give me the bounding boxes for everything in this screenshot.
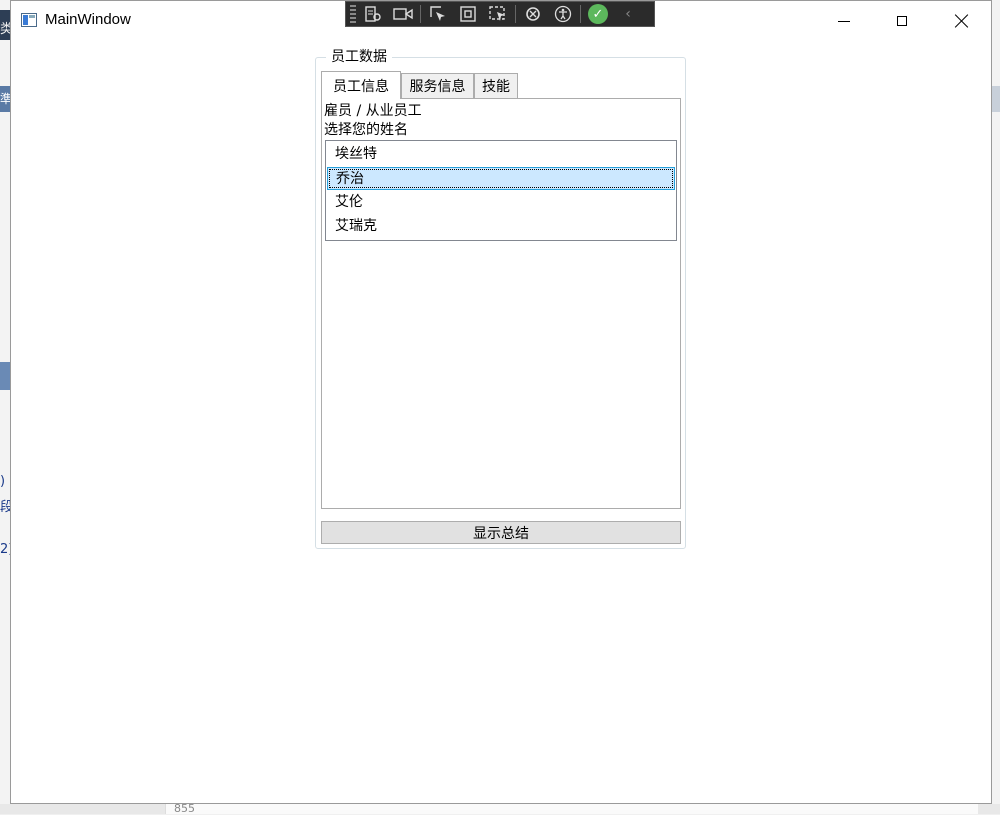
maximize-icon: [897, 16, 907, 26]
display-layout-adorners-icon[interactable]: [455, 3, 481, 25]
list-item[interactable]: 埃丝特: [327, 143, 675, 166]
minimize-button[interactable]: [821, 5, 867, 37]
groupbox-header: 员工数据: [326, 46, 392, 66]
track-focused-element-icon[interactable]: [485, 3, 511, 25]
tab-employee-info[interactable]: 员工信息: [321, 71, 401, 99]
live-visual-tree-icon[interactable]: [360, 3, 386, 25]
toolbar-separator: [420, 5, 421, 23]
name-listbox[interactable]: 埃丝特 乔治 艾伦 艾瑞克: [325, 140, 677, 241]
toolbar-separator: [515, 5, 516, 23]
panel-heading: 雇员 / 从业员工: [324, 103, 422, 119]
close-button[interactable]: [939, 5, 985, 37]
background-snippet-1: ): [0, 474, 6, 489]
app-window-icon: [21, 13, 37, 27]
select-element-icon[interactable]: [425, 3, 451, 25]
list-item-selected[interactable]: 乔治: [327, 167, 675, 190]
camera-icon[interactable]: [390, 3, 416, 25]
maximize-button[interactable]: [879, 5, 925, 37]
close-icon: [955, 14, 969, 28]
show-summary-button[interactable]: 显示总结: [321, 521, 681, 544]
accessibility-icon[interactable]: [550, 3, 576, 25]
debug-toolbar: ✓ ‹: [345, 1, 655, 27]
background-desktop-right: [992, 0, 1000, 814]
window-title: MainWindow: [45, 11, 131, 28]
tab-skills[interactable]: 技能: [474, 73, 518, 98]
binding-check-icon[interactable]: ✓: [585, 3, 611, 25]
tab-service-info[interactable]: 服务信息: [401, 73, 474, 98]
toolbar-separator: [580, 5, 581, 23]
minimize-icon: [838, 20, 850, 22]
list-item[interactable]: 艾瑞克: [327, 215, 675, 238]
background-desktop-left: [0, 0, 10, 814]
collapse-icon[interactable]: ‹: [615, 3, 641, 25]
list-item[interactable]: 艾伦: [327, 191, 675, 214]
background-highlight-2: [0, 362, 10, 390]
name-prompt-label: 选择您的姓名: [324, 122, 408, 138]
background-right-highlight: [992, 86, 1000, 112]
background-editor-strip: 855: [165, 802, 978, 815]
hot-reload-icon[interactable]: [520, 3, 546, 25]
toolbar-grip-icon[interactable]: [350, 5, 356, 23]
